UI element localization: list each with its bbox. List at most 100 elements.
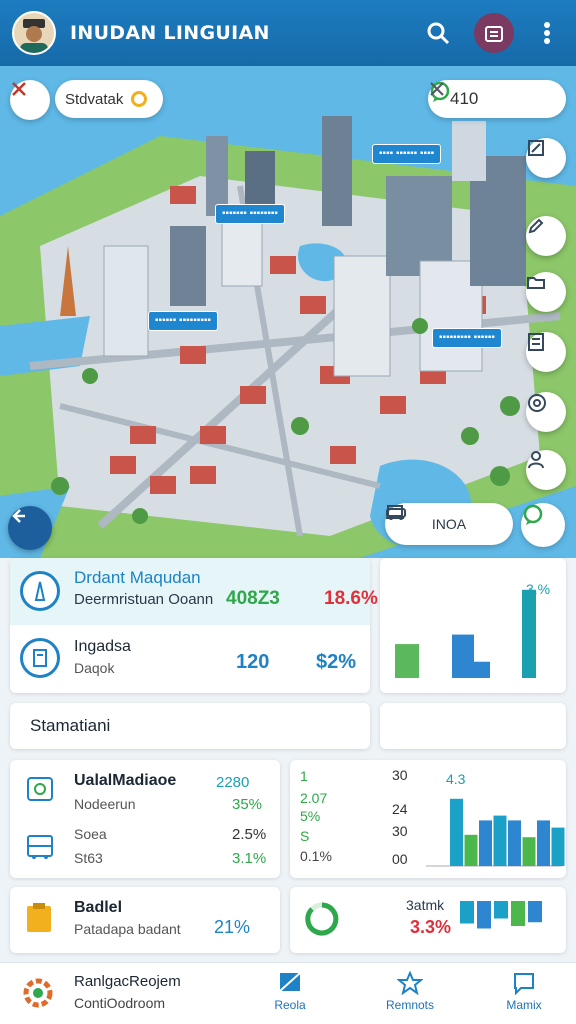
- edit-icon[interactable]: [526, 138, 566, 178]
- bar: [474, 661, 490, 678]
- star-icon: [396, 970, 424, 996]
- bar: [477, 901, 491, 929]
- search-icon[interactable]: [418, 13, 458, 53]
- mini-label: 1: [300, 768, 308, 784]
- overview-bar-chart: 3.%: [395, 581, 550, 678]
- map-label[interactable]: ▪▪▪▪ ▪▪▪▪▪▪ ▪▪▪▪: [372, 144, 442, 164]
- badge-card: Badlel Patadapa badant 21%: [10, 887, 280, 953]
- document-icon: [20, 638, 60, 678]
- person-icon[interactable]: [526, 450, 566, 490]
- city-map[interactable]: Stdvatak 410 ▪▪▪▪ ▪▪▪▪▪▪ ▪▪▪▪ ▪▪▪▪▪▪▪ ▪▪…: [0, 66, 576, 558]
- coin-icon: [131, 91, 148, 107]
- section-title: Stamatiani: [30, 716, 111, 735]
- close-icon[interactable]: [428, 80, 446, 98]
- stats-row-label: Nodeerun: [74, 796, 136, 812]
- stats-row-label: Soea: [74, 826, 107, 842]
- close-icon[interactable]: [10, 80, 50, 120]
- overview-row1-percent: 18.6%: [324, 588, 378, 609]
- map-illustration: [0, 66, 576, 558]
- overview-row2-percent: $2%: [316, 651, 357, 673]
- gauge-title: 3atmk: [406, 897, 445, 913]
- gauge-icon: [304, 901, 340, 942]
- overview-row2-sub: Daqok: [74, 660, 115, 676]
- tick-label: 00: [392, 851, 408, 867]
- stats-card: UalalMadiaoe 2280 Nodeerun 35% Soea 2.5%…: [10, 760, 280, 878]
- folder-icon[interactable]: [526, 272, 566, 312]
- stats-row-value: 3.1%: [232, 850, 267, 867]
- gauge-value: 3.3%: [410, 917, 452, 937]
- laptop-icon: [386, 505, 404, 519]
- clipboard-icon: [24, 902, 54, 939]
- bar: [508, 820, 521, 866]
- map-label[interactable]: ▪▪▪▪▪▪▪▪▪ ▪▪▪▪▪▪: [432, 328, 502, 348]
- flag-icon: [279, 972, 301, 992]
- bar: [522, 837, 536, 866]
- counter-chip[interactable]: 410: [428, 80, 566, 118]
- search-chip-label: Stdvatak: [65, 90, 124, 108]
- app-title: INUDAN LINGUIAN: [70, 22, 270, 44]
- bar: [452, 634, 474, 678]
- mode-label: INOA: [431, 516, 467, 532]
- mini-label: 5%: [300, 808, 321, 824]
- nav-item-remnots[interactable]: Remnots: [370, 970, 450, 1012]
- location-icon: [24, 772, 56, 809]
- back-button[interactable]: [8, 506, 52, 550]
- data-label: 3.%: [526, 581, 550, 597]
- app-header: INUDAN LINGUIAN: [0, 0, 576, 66]
- stats-row-label: St63: [74, 850, 103, 866]
- bottom-nav: RanlgacReojem ContiOodroom Reola Remnots…: [0, 962, 576, 1024]
- map-label[interactable]: ▪▪▪▪▪▪ ▪▪▪▪▪▪▪▪▪: [148, 311, 218, 331]
- bar: [395, 644, 419, 678]
- mini-label: S: [300, 828, 310, 844]
- bar: [464, 834, 478, 866]
- search-chip[interactable]: Stdvatak: [55, 80, 163, 118]
- gauge-bar-chart: [460, 901, 542, 929]
- badge-title: Badlel: [74, 899, 123, 916]
- map-label[interactable]: ▪▪▪▪▪▪▪ ▪▪▪▪▪▪▪▪: [215, 204, 285, 224]
- overview-card: Drdant Maqudan Deermristuan Ooann 408Z3 …: [10, 558, 378, 693]
- overview-row1-title: Drdant Maqudan: [74, 568, 201, 587]
- overview-row2-value: 120: [236, 651, 270, 673]
- nav-label: Reola: [274, 998, 306, 1012]
- compass-icon[interactable]: [526, 392, 566, 432]
- more-vert-icon[interactable]: [527, 13, 567, 53]
- chat-bubble-icon: [523, 504, 543, 525]
- bar: [511, 901, 525, 926]
- arrow-left-icon: [12, 509, 25, 523]
- profile-sub: ContiOodroom: [74, 995, 166, 1011]
- counter-value: 410: [450, 89, 479, 108]
- calendar-icon[interactable]: [474, 13, 514, 53]
- bar: [479, 820, 492, 866]
- tick-label: 30: [392, 823, 408, 839]
- stats-row-value: 35%: [232, 796, 263, 813]
- overview-row1-value: 408Z3: [226, 588, 280, 609]
- tick-label: 24: [392, 801, 408, 817]
- bar: [460, 901, 474, 924]
- stats-row-value: 2.5%: [232, 826, 267, 843]
- stats-title: UalalMadiaoe: [74, 772, 177, 789]
- chat-square-icon: [514, 973, 534, 996]
- chart-title: 4.3: [446, 771, 466, 787]
- nav-item-mamix[interactable]: Mamix: [484, 971, 564, 1012]
- bar: [450, 798, 463, 866]
- settings-icon[interactable]: [20, 975, 56, 1016]
- nav-item-reola[interactable]: Reola: [250, 971, 330, 1012]
- overview-row2-title: Ingadsa: [74, 638, 131, 655]
- pencil-icon[interactable]: [526, 216, 566, 256]
- tower-icon: [20, 571, 60, 611]
- bar: [528, 901, 542, 923]
- badge-sub: Patadapa badant: [74, 921, 181, 937]
- bar: [494, 901, 508, 919]
- overview-chart-card: 3.%: [380, 558, 566, 693]
- gauge-card: 3atmk 3.3%: [290, 887, 566, 953]
- list-icon[interactable]: [526, 332, 566, 372]
- avatar[interactable]: [12, 11, 56, 55]
- section-aside: [380, 703, 566, 749]
- nav-label: Remnots: [385, 998, 435, 1012]
- badge-value: 21%: [214, 917, 251, 937]
- section-header: Stamatiani: [10, 703, 370, 749]
- bar: [493, 815, 507, 866]
- chat-button[interactable]: [521, 503, 565, 547]
- stats-chart-card: 1 2.07 5% S 0.1% 30 24 30 00 4.3: [290, 760, 566, 878]
- mode-pill[interactable]: INOA: [385, 503, 513, 545]
